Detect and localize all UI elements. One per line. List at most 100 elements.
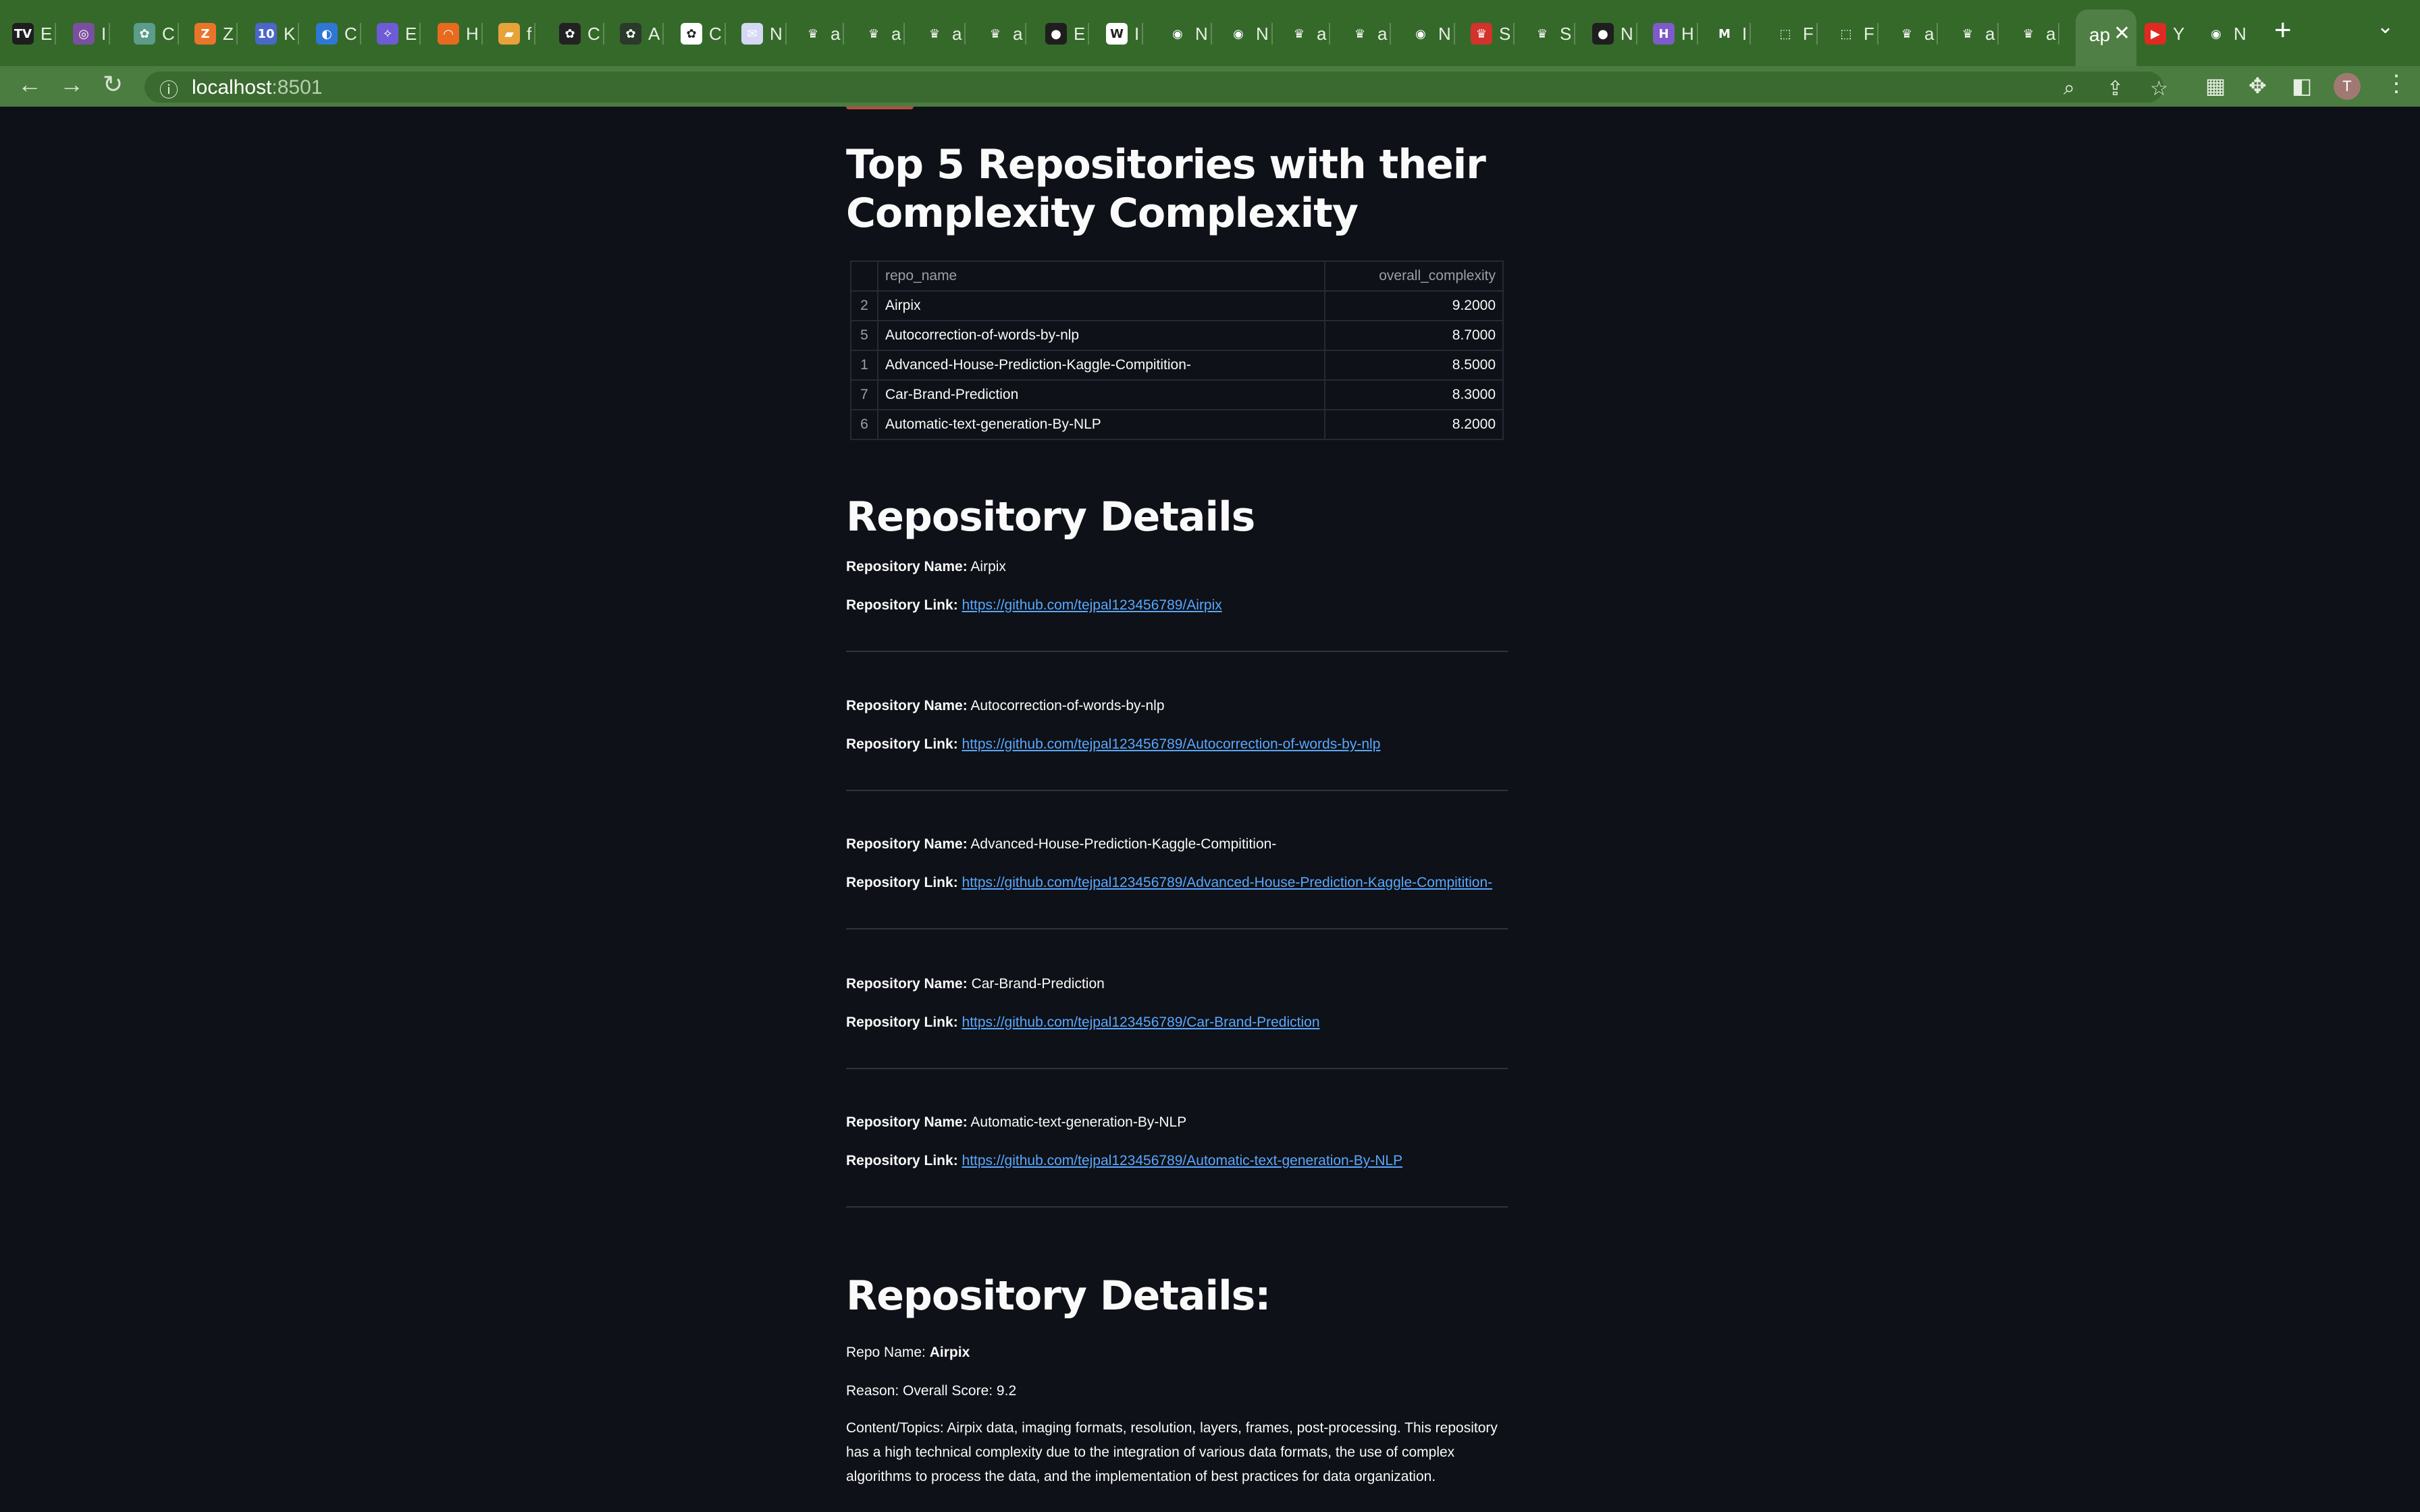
- share-icon[interactable]: ⇪: [2107, 77, 2124, 101]
- browser-tab[interactable]: ● E: [1045, 16, 1090, 51]
- tab-label: C: [709, 23, 722, 44]
- info-icon[interactable]: ⓘ: [159, 76, 178, 103]
- new-tab-button[interactable]: +: [2274, 14, 2292, 47]
- tab-active[interactable]: ap ✕: [2076, 9, 2136, 66]
- browser-tab-strip: TV E ◎ I ✿ C Z Z 10 K ◐ C ✧ E ◠ H ▰ f ✿ C ✿ A ✿ C ✉ N ♛ a ♛ a ♛ a ♛ a ● E W I…: [0, 0, 2420, 66]
- column-header-repo-name[interactable]: repo_name: [877, 261, 1325, 292]
- tab-label: a: [1317, 23, 1327, 44]
- repository-link-line: Repository Link: https://github.com/tejp…: [846, 736, 1380, 753]
- menu-icon[interactable]: ⋮: [2385, 70, 2408, 97]
- browser-tab[interactable]: ♛ a: [984, 16, 1027, 51]
- browser-tab[interactable]: ◐ C: [316, 16, 361, 51]
- browser-tab[interactable]: ▶ Y: [2145, 16, 2184, 51]
- extensions-icon[interactable]: ✥: [2248, 73, 2267, 99]
- cell-overall-complexity[interactable]: 8.2000: [1324, 409, 1504, 440]
- tab-label: N: [1195, 23, 1208, 44]
- browser-tab[interactable]: 10 K: [255, 16, 300, 51]
- tab-separator: [1329, 23, 1331, 45]
- zoom-icon[interactable]: ⌕: [2063, 77, 2075, 100]
- repository-name-line: Repository Name: Car-Brand-Prediction: [846, 976, 1105, 992]
- tab-separator: [964, 23, 966, 45]
- repository-link[interactable]: https://github.com/tejpal123456789/Autom…: [962, 1153, 1403, 1168]
- browser-tab[interactable]: ◉ N: [1410, 16, 1455, 51]
- browser-tab[interactable]: ♛ a: [802, 16, 845, 51]
- browser-tab[interactable]: ♛ a: [2018, 16, 2060, 51]
- browser-tab[interactable]: ✿ C: [559, 16, 604, 51]
- browser-tab[interactable]: ✿ A: [620, 16, 664, 51]
- tab-label: a: [891, 23, 901, 44]
- cell-repo-name[interactable]: Automatic-text-generation-By-NLP: [877, 409, 1325, 440]
- browser-tab[interactable]: ✉ N: [741, 16, 787, 51]
- cell-repo-name[interactable]: Advanced-House-Prediction-Kaggle-Compiti…: [877, 350, 1325, 381]
- browser-tab[interactable]: ZZ: [194, 16, 238, 51]
- cell-repo-name[interactable]: Autocorrection-of-words-by-nlp: [877, 320, 1325, 351]
- browser-tab[interactable]: ♛ S: [1531, 16, 1576, 51]
- cell-overall-complexity[interactable]: 8.3000: [1324, 379, 1504, 410]
- cell-overall-complexity[interactable]: 8.7000: [1324, 320, 1504, 351]
- table-row[interactable]: 7 Car-Brand-Prediction 8.3000: [850, 379, 1504, 410]
- browser-tab[interactable]: ♛ a: [1288, 16, 1331, 51]
- browser-tab[interactable]: ⬚ F: [1774, 16, 1818, 51]
- tab-favicon-icon: ◉: [1228, 23, 1249, 45]
- content-topics-paragraph: Content/Topics: Airpix data, imaging for…: [846, 1420, 1498, 1484]
- repository-link[interactable]: https://github.com/tejpal123456789/Car-B…: [962, 1015, 1320, 1030]
- repository-name-label: Repository Name:: [846, 698, 968, 713]
- browser-tab[interactable]: ◉ N: [2205, 16, 2246, 51]
- tab-favicon-icon: ✿: [620, 23, 641, 45]
- avatar[interactable]: T: [2334, 73, 2361, 100]
- cell-repo-name[interactable]: Car-Brand-Prediction: [877, 379, 1325, 410]
- browser-tab[interactable]: ● N: [1592, 16, 1637, 51]
- table-row[interactable]: 2 Airpix 9.2000: [850, 290, 1504, 321]
- tab-favicon-icon: ✧: [377, 23, 398, 45]
- cell-overall-complexity[interactable]: 9.2000: [1324, 290, 1504, 321]
- browser-tab[interactable]: ♛ a: [1896, 16, 1939, 51]
- browser-tab[interactable]: MI: [1714, 16, 1752, 51]
- browser-tab[interactable]: ✧ E: [377, 16, 421, 51]
- page-title: Top 5 Repositories with their Complexity…: [846, 141, 1486, 237]
- browser-tab[interactable]: ♛ a: [863, 16, 905, 51]
- browser-tab[interactable]: HH: [1653, 16, 1698, 51]
- tab-label: S: [1499, 23, 1511, 44]
- browser-tab[interactable]: ✿ C: [681, 16, 726, 51]
- cell-overall-complexity[interactable]: 8.5000: [1324, 350, 1504, 381]
- browser-tab[interactable]: ◉ N: [1228, 16, 1273, 51]
- browser-tab[interactable]: ◉ N: [1167, 16, 1212, 51]
- qr-icon[interactable]: ▦: [2205, 73, 2226, 99]
- tab-separator: [298, 23, 300, 45]
- address-bar[interactable]: ⓘ localhost:8501 ⌕ ⇪ ☆: [144, 72, 2168, 103]
- browser-tab[interactable]: ♛ a: [1957, 16, 1999, 51]
- repository-name-line: Repository Name: Advanced-House-Predicti…: [846, 836, 1276, 853]
- sidepanel-icon[interactable]: ◧: [2292, 73, 2312, 99]
- cell-repo-name[interactable]: Airpix: [877, 290, 1325, 321]
- browser-tab[interactable]: ▰ f: [498, 16, 536, 51]
- browser-tab[interactable]: ♛ S: [1471, 16, 1515, 51]
- repository-link-line: Repository Link: https://github.com/tejp…: [846, 597, 1222, 614]
- close-tab-icon[interactable]: ✕: [2113, 22, 2130, 45]
- tab-label: Z: [223, 23, 234, 44]
- tab-separator: [903, 23, 905, 45]
- browser-tab[interactable]: ✿ C: [134, 16, 179, 51]
- browser-tab[interactable]: ⬚ F: [1835, 16, 1878, 51]
- back-arrow-icon[interactable]: ←: [18, 70, 42, 99]
- browser-tab[interactable]: ◎ I: [73, 16, 111, 51]
- table-row[interactable]: 6 Automatic-text-generation-By-NLP 8.2000: [850, 409, 1504, 440]
- browser-tab[interactable]: ◠ H: [438, 16, 483, 51]
- repository-name-value: Automatic-text-generation-By-NLP: [970, 1114, 1187, 1130]
- forward-arrow-icon[interactable]: →: [59, 70, 84, 99]
- table-row[interactable]: 1 Advanced-House-Prediction-Kaggle-Compit…: [850, 350, 1504, 381]
- tab-search-chevron-icon[interactable]: ⌄: [2377, 15, 2394, 38]
- browser-tab[interactable]: WI: [1106, 16, 1144, 51]
- star-icon[interactable]: ☆: [2150, 77, 2168, 101]
- complexity-table[interactable]: repo_name overall_complexity 2 Airpix 9.20…: [850, 261, 1504, 440]
- reload-icon[interactable]: ↻: [103, 70, 123, 99]
- browser-tab[interactable]: ♛ a: [1349, 16, 1392, 51]
- browser-tab[interactable]: ♛ a: [924, 16, 966, 51]
- repository-link[interactable]: https://github.com/tejpal123456789/Advan…: [962, 875, 1493, 890]
- browser-tab[interactable]: TV E: [12, 16, 57, 51]
- column-header-overall-complexity[interactable]: overall_complexity: [1324, 261, 1504, 292]
- table-row[interactable]: 5 Autocorrection-of-words-by-nlp 8.7000: [850, 320, 1504, 351]
- tab-label: C: [162, 23, 175, 44]
- repository-link[interactable]: https://github.com/tejpal123456789/Autoc…: [962, 736, 1381, 752]
- tab-favicon-icon: ✿: [559, 23, 581, 45]
- repository-link[interactable]: https://github.com/tejpal123456789/Airpi…: [962, 597, 1222, 613]
